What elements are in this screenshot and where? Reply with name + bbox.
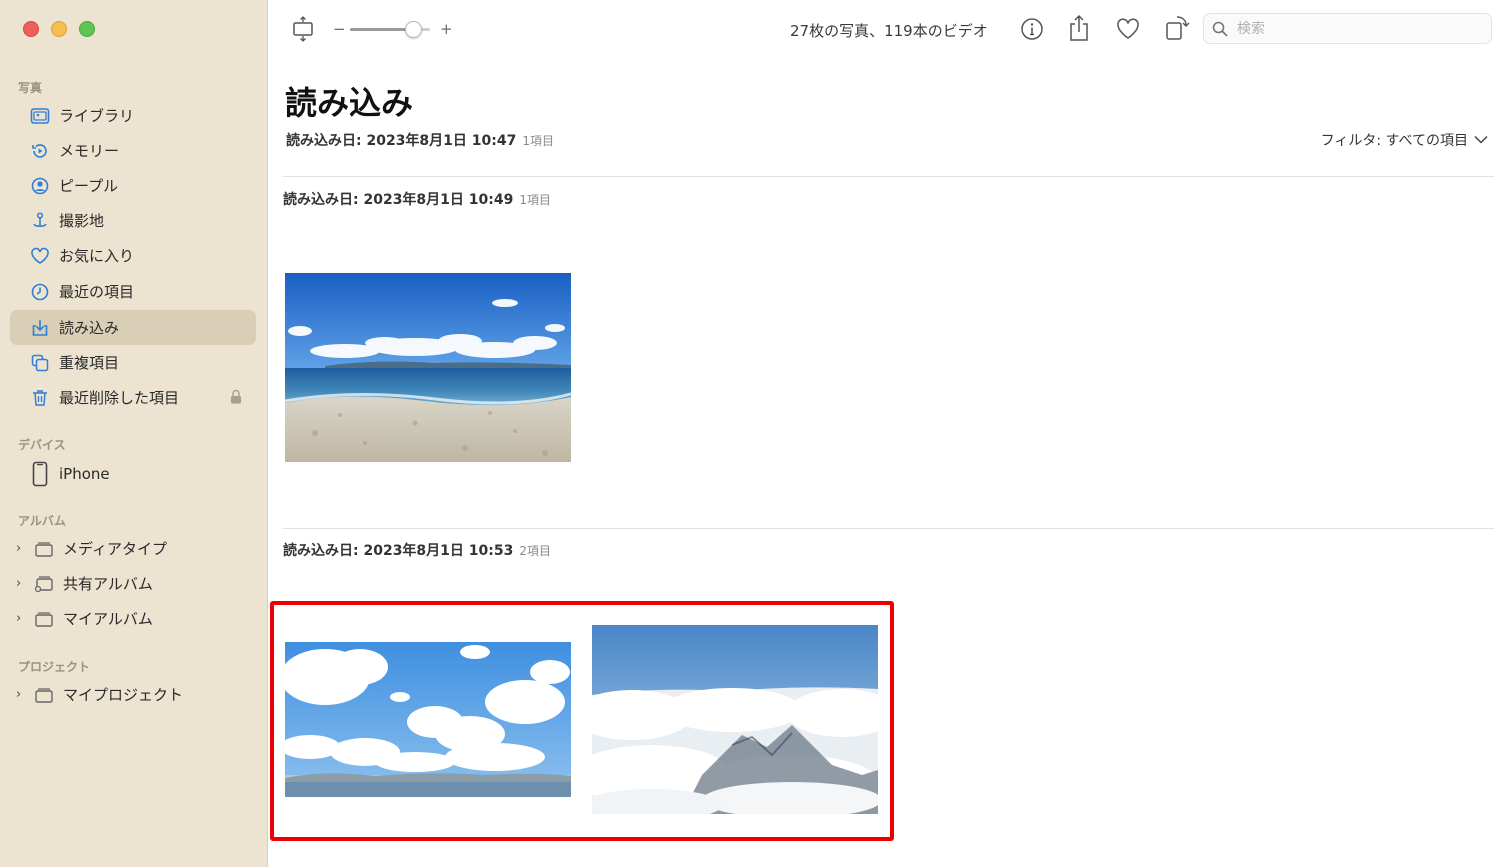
search-icon — [1212, 21, 1228, 37]
places-icon — [30, 211, 50, 231]
sidebar-item-label: 最近削除した項目 — [59, 389, 180, 407]
library-icon — [30, 106, 50, 126]
heart-icon — [30, 246, 50, 266]
aspect-toggle-icon[interactable] — [292, 16, 314, 42]
sidebar-item-label: ライブラリ — [59, 107, 135, 125]
people-icon — [30, 176, 50, 196]
clock-icon — [30, 282, 50, 302]
section-title-albums: アルバム — [18, 514, 66, 528]
import-group-header: 読み込み日: 2023年8月1日 10:47 1項目 — [286, 130, 554, 150]
sidebar-item-label: ピープル — [59, 177, 119, 195]
search-input[interactable] — [1235, 19, 1479, 38]
sidebar-item-library[interactable]: ライブラリ — [10, 98, 256, 133]
sidebar-item-memories[interactable]: メモリー — [10, 133, 256, 168]
import-count: 1項目 — [522, 134, 554, 148]
folder-icon — [34, 609, 54, 629]
sidebar-item-label: お気に入り — [59, 247, 135, 265]
chevron-right-icon[interactable]: › — [16, 576, 28, 591]
import-group-header: 読み込み日: 2023年8月1日 10:49 1項目 — [283, 189, 551, 209]
photo-thumbnail-beach[interactable] — [285, 273, 571, 462]
import-date: 読み込み日: 2023年8月1日 10:49 — [283, 192, 514, 208]
sidebar-item-shared-albums[interactable]: › 共有アルバム — [10, 566, 256, 601]
chevron-down-icon — [1474, 132, 1488, 148]
import-count: 2項目 — [519, 544, 551, 558]
sidebar-item-label: マイプロジェクト — [63, 686, 184, 704]
sidebar-item-label: メディアタイプ — [63, 540, 167, 558]
zoom-slider-fill — [350, 28, 412, 31]
sidebar-item-label: iPhone — [59, 464, 110, 483]
zoom-button[interactable] — [79, 21, 95, 37]
memories-icon — [30, 141, 50, 161]
divider — [283, 176, 1494, 177]
library-count-text: 27枚の写真、119本のビデオ — [790, 22, 988, 40]
section-title-photos: 写真 — [18, 81, 43, 95]
section-title-devices: デバイス — [18, 438, 66, 452]
sidebar: 写真 ライブラリ メモリー ピープル 撮影地 お気に入り 最近の項目 読み込み … — [0, 0, 268, 867]
duplicates-icon — [30, 353, 50, 373]
sidebar-item-label: 重複項目 — [59, 354, 120, 372]
import-date: 読み込み日: 2023年8月1日 10:47 — [286, 133, 517, 149]
sidebar-item-label: マイアルバム — [63, 610, 153, 628]
folder-icon — [34, 685, 54, 705]
sidebar-item-iphone[interactable]: iPhone — [10, 456, 256, 491]
search-field[interactable] — [1203, 13, 1492, 44]
sidebar-item-label: 最近の項目 — [59, 283, 135, 301]
zoom-slider-thumb[interactable] — [405, 21, 422, 38]
folder-icon — [34, 539, 54, 559]
page-title: 読み込み — [285, 84, 414, 122]
zoom-in-button[interactable]: + — [440, 20, 453, 38]
zoom-out-button[interactable]: − — [333, 20, 346, 38]
close-button[interactable] — [23, 21, 39, 37]
sidebar-item-label: メモリー — [59, 142, 120, 160]
sidebar-item-imports[interactable]: 読み込み — [10, 310, 256, 345]
sidebar-item-my-albums[interactable]: › マイアルバム — [10, 601, 256, 636]
photo-thumbnail-sky-clouds[interactable] — [285, 642, 571, 797]
import-count: 1項目 — [519, 193, 551, 207]
sidebar-item-recents[interactable]: 最近の項目 — [10, 274, 256, 309]
minimize-button[interactable] — [51, 21, 67, 37]
import-icon — [30, 318, 50, 338]
section-title-projects: プロジェクト — [18, 660, 91, 674]
sidebar-item-label: 共有アルバム — [63, 575, 153, 593]
favorite-heart-icon[interactable] — [1116, 18, 1140, 40]
chevron-right-icon[interactable]: › — [16, 611, 28, 626]
import-group-header: 読み込み日: 2023年8月1日 10:53 2項目 — [283, 540, 551, 560]
sidebar-item-duplicates[interactable]: 重複項目 — [10, 345, 256, 380]
info-icon[interactable] — [1020, 17, 1044, 41]
sidebar-item-favorites[interactable]: お気に入り — [10, 238, 256, 273]
sidebar-item-people[interactable]: ピープル — [10, 168, 256, 203]
chevron-right-icon[interactable]: › — [16, 541, 28, 556]
sidebar-item-recently-deleted[interactable]: 最近削除した項目 — [10, 380, 256, 415]
photo-thumbnail-cloud-sea[interactable] — [592, 625, 878, 814]
sidebar-item-media-types[interactable]: › メディアタイプ — [10, 531, 256, 566]
lock-icon — [230, 389, 242, 408]
window-controls — [23, 21, 95, 37]
iphone-icon — [30, 461, 50, 486]
share-icon[interactable] — [1068, 14, 1090, 42]
filter-label: フィルタ: すべての項目 — [1320, 133, 1468, 149]
sidebar-item-label: 撮影地 — [59, 212, 105, 230]
shared-folder-icon — [34, 574, 54, 594]
chevron-right-icon[interactable]: › — [16, 687, 28, 702]
sidebar-item-label: 読み込み — [59, 319, 120, 337]
sidebar-item-my-projects[interactable]: › マイプロジェクト — [10, 677, 256, 712]
rotate-icon[interactable] — [1164, 14, 1190, 42]
import-date: 読み込み日: 2023年8月1日 10:53 — [283, 543, 514, 559]
divider — [283, 528, 1494, 529]
trash-icon — [30, 388, 50, 408]
filter-menu[interactable]: フィルタ: すべての項目 — [1321, 130, 1488, 150]
sidebar-item-places[interactable]: 撮影地 — [10, 203, 256, 238]
